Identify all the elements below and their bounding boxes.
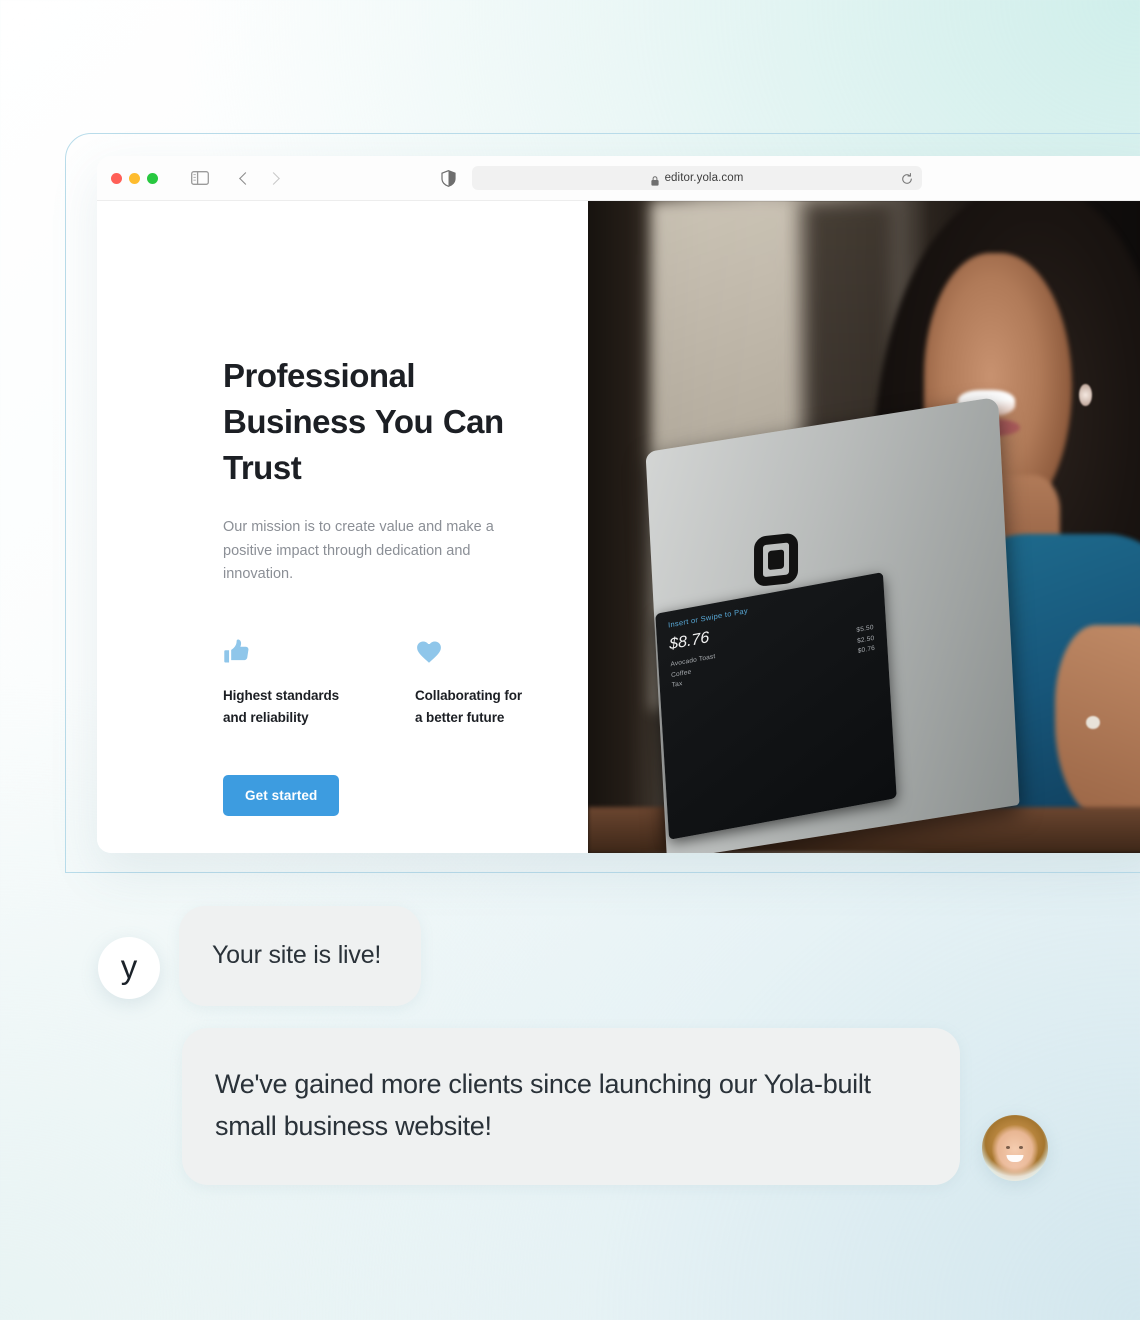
reload-icon[interactable]: [901, 172, 913, 184]
address-bar[interactable]: editor.yola.com: [472, 166, 922, 190]
hero-text-column: Professional Business You Can Trust Our …: [97, 201, 588, 853]
pos-terminal-screen: Insert or Swipe to Pay $8.76 Avocado Toa…: [655, 572, 897, 841]
thumbs-up-icon: [223, 638, 341, 666]
browser-chrome-bar: editor.yola.com: [97, 156, 1140, 201]
feature-list: Highest standards and reliability Collab…: [223, 638, 533, 729]
hero-photo: Insert or Swipe to Pay $8.76 Avocado Toa…: [588, 201, 1140, 853]
chat-message-row: We've gained more clients since launchin…: [98, 1028, 1058, 1186]
heart-icon: [415, 638, 533, 666]
privacy-shield-icon[interactable]: [441, 169, 456, 187]
page-title: Professional Business You Can Trust: [223, 357, 504, 486]
yola-brand-mark: y: [120, 948, 138, 985]
window-controls[interactable]: [111, 172, 158, 184]
get-started-button[interactable]: Get started: [223, 775, 340, 817]
minimize-window-button[interactable]: [129, 172, 140, 184]
pos-item-name: Tax: [671, 680, 683, 690]
square-logo-icon: [754, 531, 799, 587]
client-avatar: [982, 1115, 1048, 1182]
chat-bubble-site-live: Your site is live!: [179, 906, 422, 1006]
lock-icon: [650, 173, 659, 186]
browser-window: editor.yola.com Professional Business Yo…: [97, 156, 1140, 853]
feature-label: Highest standards and reliability: [223, 688, 340, 726]
chat-bubble-testimonial: We've gained more clients since launchin…: [182, 1028, 960, 1186]
pos-item-price: $5.50: [856, 624, 874, 635]
chat-section: y Your site is live! We've gained more c…: [98, 906, 1058, 1186]
sidebar-toggle-icon[interactable]: [191, 171, 209, 185]
feature-item: Highest standards and reliability: [223, 638, 341, 729]
website-page: Professional Business You Can Trust Our …: [97, 201, 1140, 853]
pos-item-price: $2.50: [856, 634, 875, 645]
yola-logo-avatar: y: [98, 937, 160, 999]
feature-item: Collaborating for a better future: [415, 638, 533, 729]
maximize-window-button[interactable]: [147, 172, 158, 184]
feature-label: Collaborating for a better future: [415, 688, 523, 726]
close-window-button[interactable]: [111, 172, 122, 184]
chat-message-row: y Your site is live!: [98, 906, 1058, 1006]
address-bar-url: editor.yola.com: [664, 172, 744, 184]
hero-subtitle: Our mission is to create value and make …: [223, 518, 494, 583]
forward-chevron-icon[interactable]: [261, 166, 285, 190]
pos-item-price: $0.76: [857, 644, 876, 656]
pos-item-name: Coffee: [670, 668, 692, 679]
navigation-buttons[interactable]: [233, 166, 285, 190]
back-chevron-icon[interactable]: [233, 166, 257, 190]
